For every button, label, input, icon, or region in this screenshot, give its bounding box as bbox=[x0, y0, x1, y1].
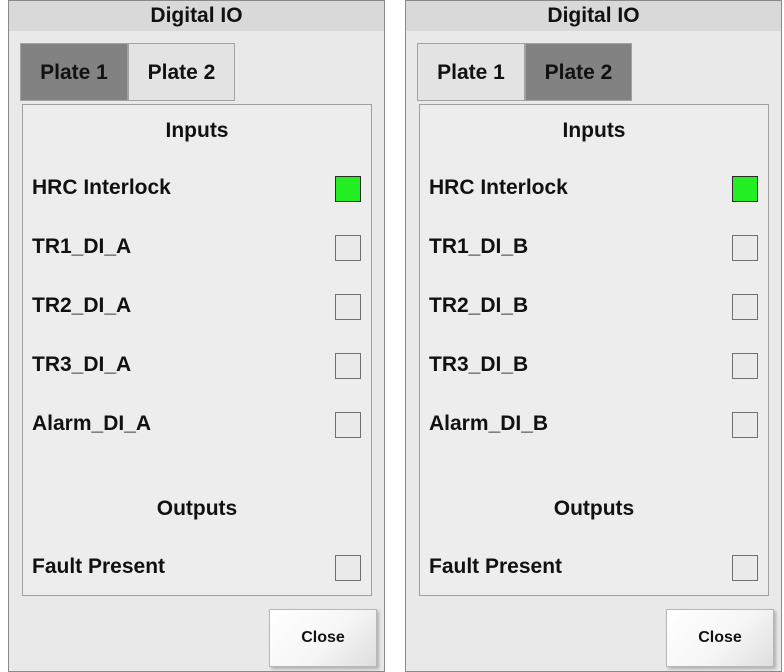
input-indicator-tr3 bbox=[335, 353, 361, 379]
input-indicator-alarm bbox=[335, 412, 361, 438]
digital-io-dialog-plate-1: Digital IO Plate 1 Plate 2 Inputs HRC In… bbox=[8, 0, 385, 672]
input-indicator-alarm bbox=[732, 412, 758, 438]
output-indicator-fault-present bbox=[732, 555, 758, 581]
close-button[interactable]: Close bbox=[269, 609, 377, 667]
input-indicator-tr1 bbox=[335, 235, 361, 261]
tab-plate-2[interactable]: Plate 2 bbox=[128, 43, 235, 101]
outputs-heading: Outputs bbox=[553, 497, 635, 520]
output-label-fault-present: Fault Present bbox=[32, 555, 166, 578]
inputs-heading: Inputs bbox=[562, 119, 626, 142]
inputs-heading: Inputs bbox=[165, 119, 229, 142]
close-button[interactable]: Close bbox=[666, 609, 774, 667]
input-indicator-hrc-interlock bbox=[335, 176, 361, 202]
tab-plate-1[interactable]: Plate 1 bbox=[20, 43, 128, 101]
output-indicator-fault-present bbox=[335, 555, 361, 581]
output-label-fault-present: Fault Present bbox=[429, 555, 563, 578]
input-label-tr3: TR3_DI_A bbox=[32, 353, 132, 376]
input-label-alarm: Alarm_DI_B bbox=[429, 412, 549, 435]
input-label-tr3: TR3_DI_B bbox=[429, 353, 529, 376]
input-indicator-tr1 bbox=[732, 235, 758, 261]
digital-io-dialog-plate-2: Digital IO Plate 1 Plate 2 Inputs HRC In… bbox=[405, 0, 782, 672]
input-indicator-tr2 bbox=[335, 294, 361, 320]
io-panel: Inputs HRC Interlock TR1_DI_A TR2_DI_A T… bbox=[22, 104, 372, 596]
tab-plate-1[interactable]: Plate 1 bbox=[417, 43, 525, 101]
tab-plate-2[interactable]: Plate 2 bbox=[525, 43, 632, 101]
io-panel: Inputs HRC Interlock TR1_DI_B TR2_DI_B T… bbox=[419, 104, 769, 596]
input-label-tr2: TR2_DI_A bbox=[32, 294, 132, 317]
dialog-title: Digital IO bbox=[406, 1, 781, 31]
input-label-hrc-interlock: HRC Interlock bbox=[429, 176, 568, 199]
input-label-tr2: TR2_DI_B bbox=[429, 294, 529, 317]
input-label-tr1: TR1_DI_A bbox=[32, 235, 132, 258]
input-label-hrc-interlock: HRC Interlock bbox=[32, 176, 171, 199]
input-label-tr1: TR1_DI_B bbox=[429, 235, 529, 258]
input-indicator-tr3 bbox=[732, 353, 758, 379]
input-indicator-tr2 bbox=[732, 294, 758, 320]
input-label-alarm: Alarm_DI_A bbox=[32, 412, 152, 435]
input-indicator-hrc-interlock bbox=[732, 176, 758, 202]
outputs-heading: Outputs bbox=[156, 497, 238, 520]
dialog-title: Digital IO bbox=[9, 1, 384, 31]
